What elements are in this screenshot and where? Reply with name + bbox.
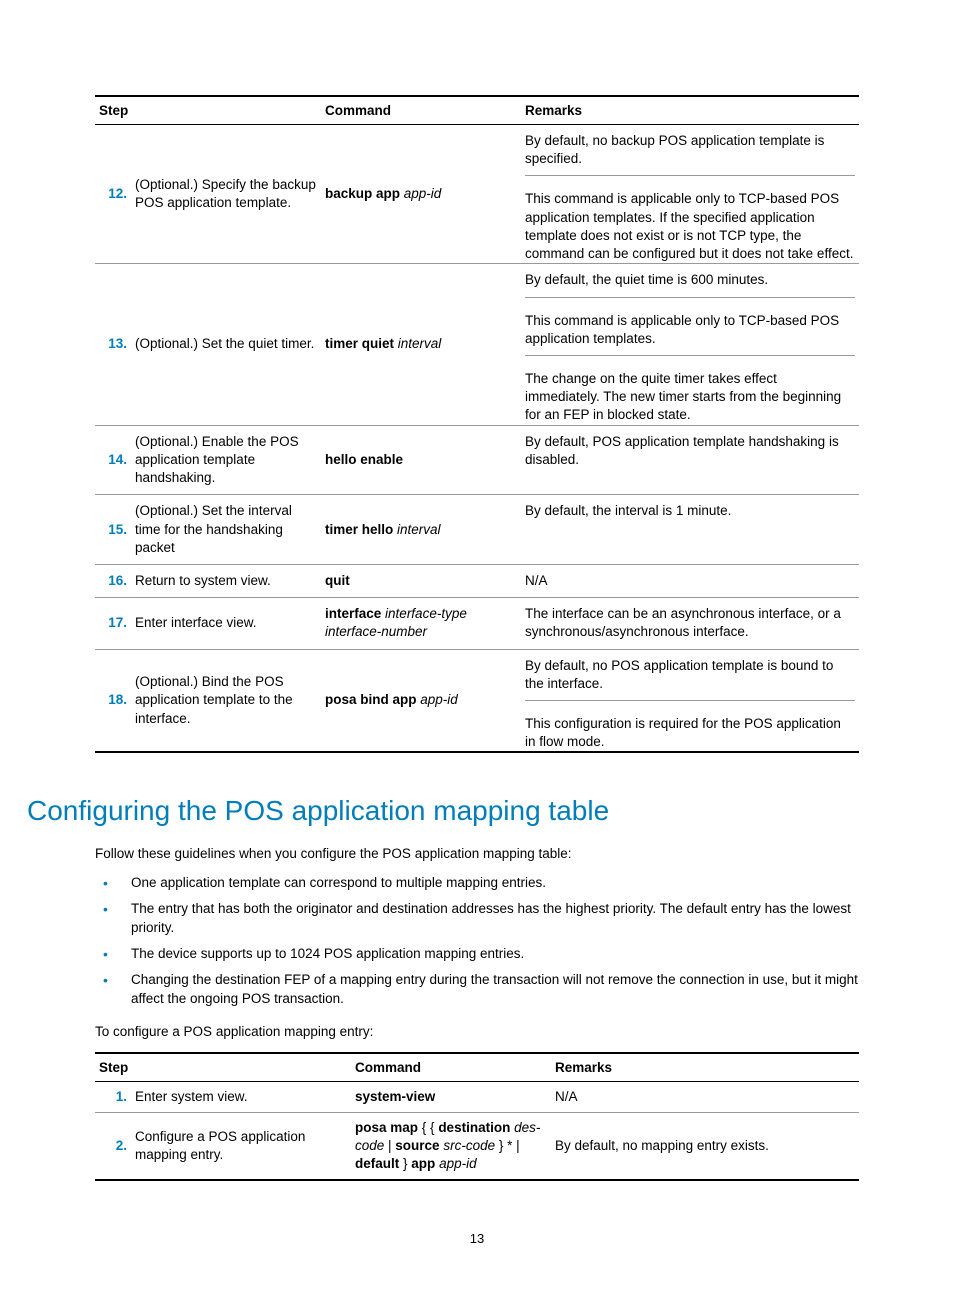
col-command: Command xyxy=(351,1053,551,1082)
command-text: timer quiet interval xyxy=(321,264,521,425)
remarks-text: By default, the quiet time is 600 minute… xyxy=(521,264,859,425)
remarks-text: By default, no mapping entry exists. xyxy=(551,1112,859,1180)
lead-text: To configure a POS application mapping e… xyxy=(95,1023,859,1042)
step-text: Enter interface view. xyxy=(131,598,321,649)
step-text: Return to system view. xyxy=(131,564,321,597)
table-header-row: Step Command Remarks xyxy=(95,96,859,125)
step-number: 12. xyxy=(95,125,131,264)
step-number: 18. xyxy=(95,649,131,752)
remarks-text: The interface can be an asynchronous int… xyxy=(521,598,859,649)
intro-text: Follow these guidelines when you configu… xyxy=(95,845,859,864)
remarks-text: By default, POS application template han… xyxy=(521,425,859,495)
list-item: Changing the destination FEP of a mappin… xyxy=(95,971,859,1009)
remarks-text: N/A xyxy=(551,1081,859,1112)
col-remarks: Remarks xyxy=(521,96,859,125)
step-text: (Optional.) Bind the POS application tem… xyxy=(131,649,321,752)
step-text: (Optional.) Set the interval time for th… xyxy=(131,495,321,565)
command-text: posa map { { destination des-code | sour… xyxy=(351,1112,551,1180)
guidelines-list: One application template can correspond … xyxy=(95,874,859,1008)
remarks-text: N/A xyxy=(521,564,859,597)
table-row: 12.(Optional.) Specify the backup POS ap… xyxy=(95,125,859,264)
step-number: 14. xyxy=(95,425,131,495)
command-text: system-view xyxy=(351,1081,551,1112)
list-item: The device supports up to 1024 POS appli… xyxy=(95,945,859,964)
step-number: 16. xyxy=(95,564,131,597)
command-text: posa bind app app-id xyxy=(321,649,521,752)
step-number: 1. xyxy=(95,1081,131,1112)
table-row: 15.(Optional.) Set the interval time for… xyxy=(95,495,859,565)
command-text: timer hello interval xyxy=(321,495,521,565)
step-text: Enter system view. xyxy=(131,1081,351,1112)
remarks-text: By default, no POS application template … xyxy=(521,649,859,752)
step-text: Configure a POS application mapping entr… xyxy=(131,1112,351,1180)
command-text: backup app app-id xyxy=(321,125,521,264)
command-text: quit xyxy=(321,564,521,597)
steps-table-1: Step Command Remarks 12.(Optional.) Spec… xyxy=(95,95,859,753)
remarks-text: By default, the interval is 1 minute. xyxy=(521,495,859,565)
step-number: 15. xyxy=(95,495,131,565)
list-item: The entry that has both the originator a… xyxy=(95,900,859,938)
col-command: Command xyxy=(321,96,521,125)
step-text: (Optional.) Enable the POS application t… xyxy=(131,425,321,495)
step-number: 17. xyxy=(95,598,131,649)
command-text: interface interface-type interface-numbe… xyxy=(321,598,521,649)
col-step: Step xyxy=(95,1053,351,1082)
table-row: 13.(Optional.) Set the quiet timer.timer… xyxy=(95,264,859,425)
step-text: (Optional.) Specify the backup POS appli… xyxy=(131,125,321,264)
table-row: 17.Enter interface view.interface interf… xyxy=(95,598,859,649)
section-heading: Configuring the POS application mapping … xyxy=(27,795,859,827)
table-row: 2.Configure a POS application mapping en… xyxy=(95,1112,859,1180)
step-number: 2. xyxy=(95,1112,131,1180)
page-number: 13 xyxy=(0,1231,954,1246)
remarks-text: By default, no backup POS application te… xyxy=(521,125,859,264)
table-row: 1.Enter system view.system-viewN/A xyxy=(95,1081,859,1112)
col-step: Step xyxy=(95,96,321,125)
steps-table-2: Step Command Remarks 1.Enter system view… xyxy=(95,1052,859,1182)
step-text: (Optional.) Set the quiet timer. xyxy=(131,264,321,425)
table-row: 18.(Optional.) Bind the POS application … xyxy=(95,649,859,752)
step-number: 13. xyxy=(95,264,131,425)
table-row: 16.Return to system view.quitN/A xyxy=(95,564,859,597)
command-text: hello enable xyxy=(321,425,521,495)
col-remarks: Remarks xyxy=(551,1053,859,1082)
table-row: 14.(Optional.) Enable the POS applicatio… xyxy=(95,425,859,495)
list-item: One application template can correspond … xyxy=(95,874,859,893)
table-header-row: Step Command Remarks xyxy=(95,1053,859,1082)
